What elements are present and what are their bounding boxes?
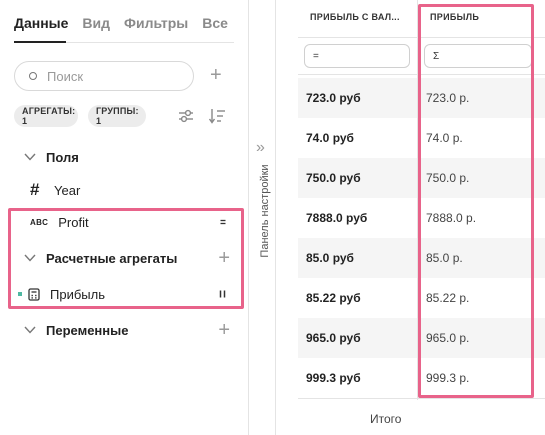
field-year-label: Year <box>54 182 81 198</box>
number-type-icon: # <box>30 180 40 199</box>
fields-section-label: Поля <box>46 149 79 165</box>
highlight-box-right <box>418 4 534 398</box>
table-cell-profit-currency: 74.0 руб <box>306 131 354 145</box>
table-cell-profit-currency: 999.3 руб <box>306 371 361 385</box>
table-cell-profit-currency: 85.0 руб <box>306 251 354 265</box>
add-variable-icon[interactable]: + <box>218 320 230 340</box>
variables-section[interactable]: Переменные + <box>14 320 238 340</box>
highlight-box-left <box>8 208 244 309</box>
add-field-icon[interactable]: + <box>210 64 222 86</box>
settings-panel-strip[interactable]: » Панель настройки <box>248 0 276 435</box>
sliders-icon[interactable] <box>178 108 194 124</box>
fields-section[interactable]: Поля <box>14 147 238 167</box>
chevron-down-icon <box>24 326 36 334</box>
tab-filters[interactable]: Фильтры <box>124 15 188 31</box>
field-year[interactable]: # Year <box>14 180 238 200</box>
active-tab-underline <box>14 41 66 43</box>
table-cell-profit-currency: 965.0 руб <box>306 331 361 345</box>
table-cell-profit-currency: 723.0 руб <box>306 91 361 105</box>
left-panel: Данные Вид Фильтры Все Поиск + АГРЕГАТЫ:… <box>0 0 248 435</box>
settings-panel-label: Панель настройки <box>259 164 271 258</box>
table-cell-profit-currency: 750.0 руб <box>306 171 361 185</box>
tab-all[interactable]: Все <box>202 15 228 31</box>
sort-icon[interactable] <box>208 108 226 124</box>
filter-icon: = <box>313 50 319 62</box>
aggregates-chip[interactable]: АГРЕГАТЫ: 1 <box>14 105 78 127</box>
column-header-profit-currency[interactable]: ПРИБЫЛЬ С ВАЛ... <box>310 12 400 22</box>
tab-view[interactable]: Вид <box>82 15 110 31</box>
search-input[interactable]: Поиск <box>14 61 194 91</box>
tab-data[interactable]: Данные <box>14 15 68 31</box>
groups-chip[interactable]: ГРУППЫ: 1 <box>88 105 146 127</box>
table-footer-total: Итого <box>370 412 402 426</box>
chevron-down-icon <box>24 153 36 161</box>
footer-divider <box>298 398 545 399</box>
double-chevron-right-icon[interactable]: » <box>256 140 265 156</box>
column-filter-input-1[interactable]: = <box>304 44 410 68</box>
table-cell-profit-currency: 85.22 руб <box>306 291 361 305</box>
table-cell-profit-currency: 7888.0 руб <box>306 211 368 225</box>
variables-label: Переменные <box>46 322 129 338</box>
tabs: Данные Вид Фильтры Все <box>14 15 228 31</box>
search-icon <box>29 72 37 80</box>
search-placeholder: Поиск <box>47 68 84 84</box>
